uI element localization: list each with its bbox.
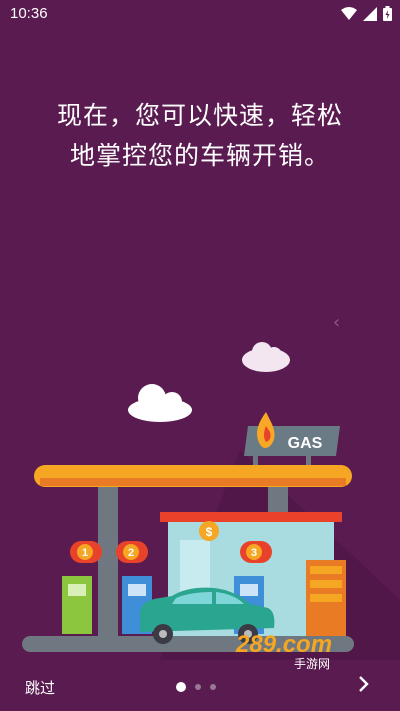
status-bar: 10:36 [0,0,400,28]
next-button[interactable] [358,674,370,698]
headline-line-2: 地掌控您的车辆开销。 [69,141,330,170]
signal-icon [363,6,377,21]
onboarding-headline: 现在，您可以快速，轻松 地掌控您的车辆开销。 [0,96,400,176]
wifi-icon [341,6,357,20]
headline-line-1: 现在，您可以快速，轻松 [56,101,343,130]
svg-text:3: 3 [251,547,257,559]
pump-badge-3: 3 [240,541,272,563]
chevron-right-icon [359,676,369,692]
pump-badge-2: 2 [116,541,148,563]
gas-sign-text: GAS [288,435,323,452]
svg-text:2: 2 [128,547,134,559]
page-dot-1[interactable] [176,682,186,692]
cloud-right [242,342,290,372]
page-dot-2[interactable] [195,684,201,690]
skip-button[interactable]: 跳过 [25,677,55,698]
page-indicator [176,682,216,692]
battery-icon [383,6,392,21]
status-time: 10:36 [10,5,48,22]
status-icons [341,6,392,21]
svg-text:1: 1 [82,547,88,559]
onboarding-nav-bar: 跳过 [0,664,400,711]
watermark-text: 289.com [236,631,333,658]
dollar-icon: $ [206,525,213,539]
cloud-left [128,384,192,422]
page-dot-3[interactable] [210,684,216,690]
pump-badge-1: 1 [70,541,102,563]
gas-station-illustration: GAS $ 1 2 3 [22,342,400,660]
